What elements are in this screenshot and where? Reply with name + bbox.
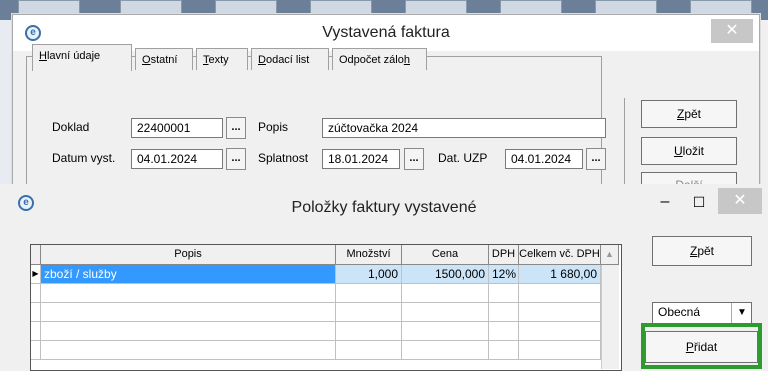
table-cell-dph[interactable]: 12% — [489, 265, 519, 284]
table-cell[interactable] — [402, 284, 489, 303]
table-cell — [31, 322, 41, 341]
maximize-button[interactable]: ☐ — [684, 190, 714, 214]
row-pointer-icon: ▶ — [31, 265, 41, 284]
tab-label-mnemonic: O — [142, 54, 151, 66]
button-label: pět — [684, 107, 702, 121]
table-cell[interactable] — [519, 341, 601, 360]
column-header-celkem[interactable]: Celkem vč. DPH — [519, 245, 601, 265]
splatnost-field[interactable]: 18.01.2024 — [322, 149, 400, 169]
row-indicator-header — [31, 245, 41, 265]
category-select-value: Obecná — [658, 305, 701, 319]
tab-hlavni-udaje[interactable]: Hlavní údaje — [32, 44, 132, 71]
close-button[interactable]: ✕ — [718, 188, 762, 214]
tab-label: Odpočet zálo — [339, 54, 404, 66]
table-cell[interactable] — [41, 303, 336, 322]
datum-vyst-label: Datum vyst. — [52, 151, 116, 165]
column-header-popis[interactable]: Popis — [41, 245, 336, 265]
tab-label: odací list — [265, 54, 310, 66]
table-cell[interactable] — [489, 284, 519, 303]
table-cell — [31, 341, 41, 360]
highlight-box — [641, 323, 762, 369]
button-label: ložit — [682, 144, 704, 158]
table-cell[interactable] — [519, 284, 601, 303]
table-cell[interactable] — [402, 303, 489, 322]
doklad-browse-button[interactable]: ... — [226, 117, 246, 139]
datum-vyst-field[interactable]: 04.01.2024 — [131, 149, 223, 169]
doklad-label: Doklad — [52, 120, 90, 134]
column-header-cena[interactable]: Cena — [402, 245, 489, 265]
items-zpet-button[interactable]: Zpět — [652, 236, 752, 266]
ulozit-button[interactable]: Uložit — [641, 137, 737, 165]
button-label: pět — [697, 244, 715, 258]
popis-label: Popis — [258, 120, 289, 134]
table-cell-cena[interactable]: 1500,000 — [402, 265, 489, 284]
table-cell[interactable] — [489, 322, 519, 341]
popis-field[interactable]: zúčtovačka 2024 — [322, 118, 606, 138]
vertical-scrollbar[interactable] — [601, 265, 619, 369]
separator — [624, 98, 625, 188]
dat-uzp-label: Dat. UZP — [438, 151, 488, 165]
button-mnemonic: U — [673, 144, 683, 158]
datum-vyst-picker-button[interactable]: ... — [226, 148, 246, 170]
table-cell[interactable] — [41, 284, 336, 303]
chevron-down-icon[interactable]: ▼ — [731, 303, 752, 323]
table-cell[interactable] — [336, 341, 402, 360]
doklad-field[interactable]: 22400001 — [131, 118, 223, 138]
table-cell-popis[interactable]: zboží / služby — [41, 265, 336, 284]
dat-uzp-picker-button[interactable]: ... — [586, 148, 606, 170]
minimize-button[interactable]: – — [650, 190, 680, 214]
scroll-up-arrow-icon[interactable]: ▲ — [601, 245, 619, 265]
table-cell[interactable] — [489, 341, 519, 360]
table-cell[interactable] — [489, 303, 519, 322]
invoice-window-title: Vystavená faktura — [322, 24, 450, 41]
column-header-dph[interactable]: DPH — [489, 245, 519, 265]
splatnost-label: Splatnost — [258, 151, 309, 165]
table-cell — [31, 303, 41, 322]
category-select[interactable]: Obecná ▼ — [652, 302, 752, 324]
table-cell[interactable] — [402, 322, 489, 341]
splatnost-picker-button[interactable]: ... — [404, 148, 424, 170]
tab-label-mnemonic: H — [39, 50, 47, 62]
table-cell[interactable] — [336, 322, 402, 341]
tab-dodaci-list[interactable]: Dodací list — [251, 48, 329, 70]
tab-label: statní — [150, 54, 178, 66]
tab-odpocet-zaloh[interactable]: Odpočet záloh — [332, 48, 427, 70]
tab-ostatni[interactable]: Ostatní — [135, 48, 193, 70]
table-cell-mnozstvi[interactable]: 1,000 — [336, 265, 402, 284]
zpet-button[interactable]: Zpět — [641, 100, 737, 128]
tab-label: exty — [208, 54, 229, 66]
table-cell[interactable] — [41, 341, 336, 360]
tab-label: lavní údaje — [46, 50, 101, 62]
items-window-titlebar: e Položky faktury vystavené – ☐ ✕ — [0, 184, 768, 220]
table-cell — [31, 284, 41, 303]
close-button[interactable]: ✕ — [711, 19, 753, 43]
tab-label-mnemonic: D — [258, 54, 266, 66]
table-cell[interactable] — [336, 303, 402, 322]
table-cell[interactable] — [41, 322, 336, 341]
table-cell[interactable] — [519, 322, 601, 341]
table-cell[interactable] — [336, 284, 402, 303]
items-grid[interactable]: Popis Množství Cena DPH Celkem vč. DPH ▲… — [30, 244, 622, 371]
tab-label-mnemonic: h — [403, 54, 410, 66]
table-cell-celkem[interactable]: 1 680,00 — [519, 265, 601, 284]
table-cell[interactable] — [519, 303, 601, 322]
dat-uzp-field[interactable]: 04.01.2024 — [505, 149, 583, 169]
tab-texty[interactable]: Texty — [196, 48, 248, 70]
column-header-mnozstvi[interactable]: Množství — [336, 245, 402, 265]
empty-rows — [31, 284, 601, 369]
table-cell[interactable] — [402, 341, 489, 360]
